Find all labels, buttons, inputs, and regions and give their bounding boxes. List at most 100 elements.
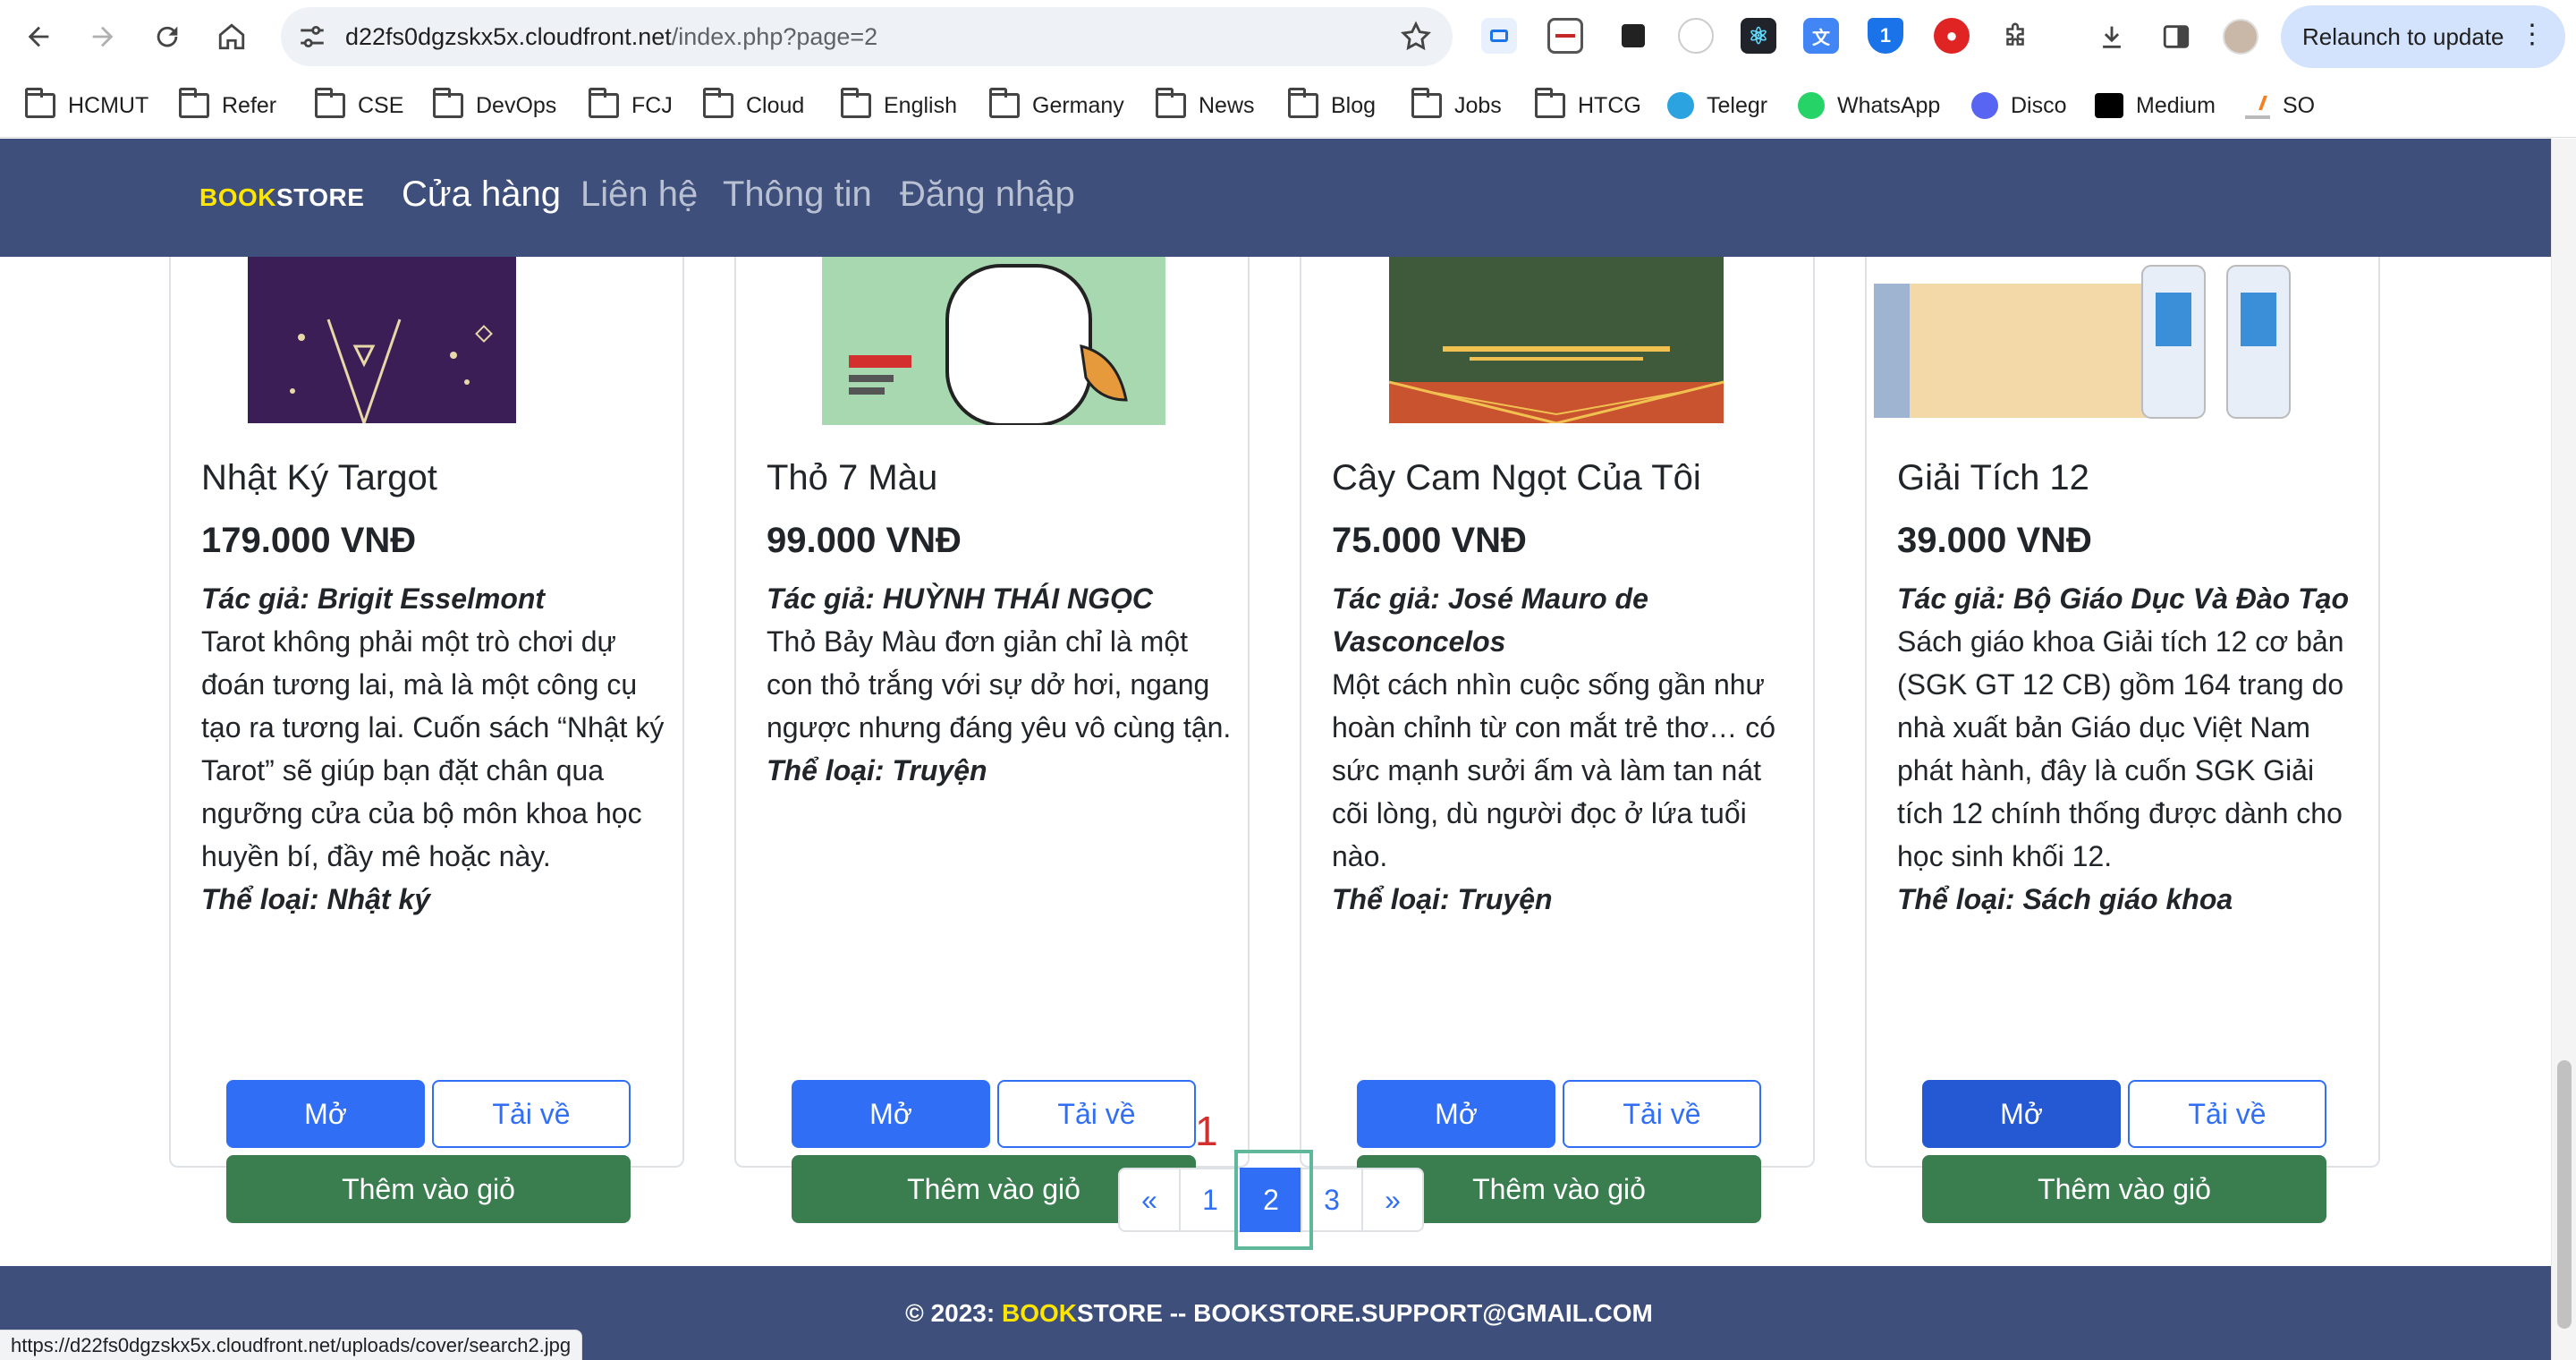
bookmark-fcj[interactable]: FCJ xyxy=(589,73,673,138)
status-bar-url: https://d22fs0dgzskx5x.cloudfront.net/up… xyxy=(0,1330,583,1360)
bookmark-discord[interactable]: Disco xyxy=(1971,73,2067,138)
product-price: 39.000 VNĐ xyxy=(1897,521,2092,560)
reload-button[interactable] xyxy=(143,13,191,61)
extension-window-icon[interactable] xyxy=(1547,18,1583,54)
page-scrollbar[interactable] xyxy=(2551,139,2576,1360)
product-category: Thể loại: Sách giáo khoa xyxy=(1897,883,2233,915)
open-button[interactable]: Mở xyxy=(792,1080,990,1148)
back-button[interactable] xyxy=(14,13,63,61)
folder-icon xyxy=(25,88,55,118)
product-details: Tác giả: HUỲNH THÁI NGỌC Thỏ Bảy Màu đơn… xyxy=(767,577,1232,792)
folder-icon xyxy=(1288,88,1318,118)
url-text: d22fs0dgzskx5x.cloudfront.net/index.php?… xyxy=(345,23,878,50)
folder-icon xyxy=(433,88,463,118)
open-button[interactable]: Mở xyxy=(1357,1080,1555,1148)
bookmark-jobs[interactable]: Jobs xyxy=(1411,73,1502,138)
site-navbar: BOOKSTORE Cửa hàng Liên hệ Thông tin Đăn… xyxy=(0,139,2551,257)
bookmark-cloud[interactable]: Cloud xyxy=(703,73,804,138)
product-category: Thể loại: Nhật ký xyxy=(201,883,431,915)
nav-link-contact[interactable]: Liên hệ xyxy=(580,174,698,215)
relaunch-button[interactable]: Relaunch to update ⋮ xyxy=(2281,5,2565,68)
download-button[interactable]: Tải về xyxy=(2128,1080,2326,1148)
home-icon xyxy=(218,23,245,50)
bookmark-refer[interactable]: Refer xyxy=(179,73,276,138)
bookmark-medium[interactable]: Medium xyxy=(2095,73,2216,138)
bookmark-cse[interactable]: CSE xyxy=(315,73,403,138)
download-button[interactable]: Tải về xyxy=(432,1080,631,1148)
adblock-icon[interactable]: ● xyxy=(1934,18,1970,54)
bookmark-blog[interactable]: Blog xyxy=(1288,73,1376,138)
nav-link-about[interactable]: Thông tin xyxy=(723,174,872,215)
bookmark-hcmut[interactable]: HCMUT xyxy=(25,73,148,138)
bookmark-label: Telegr xyxy=(1707,92,1768,118)
bookmark-germany[interactable]: Germany xyxy=(989,73,1124,138)
home-button[interactable] xyxy=(208,13,256,61)
folder-icon xyxy=(589,88,619,118)
address-bar[interactable]: d22fs0dgzskx5x.cloudfront.net/index.php?… xyxy=(281,7,1453,66)
react-devtools-icon[interactable]: ⚛ xyxy=(1741,18,1776,54)
product-details: Tác giả: Bộ Giáo Dục Và Đào Tạo Sách giá… xyxy=(1897,577,2362,921)
pagination-prev[interactable]: « xyxy=(1118,1168,1181,1232)
bookmark-label: Medium xyxy=(2136,92,2216,118)
download-icon xyxy=(2103,26,2121,48)
add-to-cart-button[interactable]: Thêm vào giỏ xyxy=(226,1155,631,1223)
more-vert-icon[interactable]: ⋮ xyxy=(2519,21,2546,48)
add-to-cart-button[interactable]: Thêm vào giỏ xyxy=(1922,1155,2326,1223)
download-button[interactable]: Tải về xyxy=(997,1080,1196,1148)
product-description: Tarot không phải một trò chơi dự đoán tư… xyxy=(201,625,665,872)
downloads-button[interactable] xyxy=(2088,13,2136,61)
pagination-next[interactable]: » xyxy=(1361,1168,1424,1232)
bookmark-news[interactable]: News xyxy=(1156,73,1255,138)
bitwarden-shield-icon[interactable]: 1 xyxy=(1868,18,1903,54)
bookmark-whatsapp[interactable]: WhatsApp xyxy=(1798,73,1940,138)
extensions-button[interactable] xyxy=(1991,13,2039,61)
bookmark-label: Germany xyxy=(1032,92,1124,118)
pagination-page-1[interactable]: 1 xyxy=(1179,1168,1241,1232)
brand-logo[interactable]: BOOKSTORE xyxy=(199,183,364,212)
forward-button[interactable] xyxy=(79,13,127,61)
product-card: Nhật Ký Targot 179.000 VNĐ Tác giả: Brig… xyxy=(169,210,684,1223)
stackoverflow-icon xyxy=(2245,92,2270,119)
footer-copyright: © 2023: BOOKSTORE -- BOOKSTORE.SUPPORT@G… xyxy=(905,1299,1653,1327)
folder-icon xyxy=(841,88,871,118)
side-panel-button[interactable] xyxy=(2152,13,2200,61)
product-description: Một cách nhìn cuộc sống gần như hoàn chỉ… xyxy=(1332,668,1775,872)
product-author: Tác giả: Bộ Giáo Dục Và Đào Tạo xyxy=(1897,582,2349,615)
bookmark-devops[interactable]: DevOps xyxy=(433,73,556,138)
bookmark-label: HTCG xyxy=(1578,92,1641,118)
nav-link-login[interactable]: Đăng nhập xyxy=(900,174,1075,215)
bookmark-telegram[interactable]: Telegr xyxy=(1667,73,1767,138)
discord-icon xyxy=(1971,92,1998,119)
extension-puzzle-dark-icon[interactable] xyxy=(1615,18,1651,54)
extension-circle-icon[interactable] xyxy=(1678,18,1714,54)
profile-button[interactable] xyxy=(2216,13,2265,61)
pagination-page-2[interactable]: 2 xyxy=(1240,1168,1302,1232)
download-button[interactable]: Tải về xyxy=(1563,1080,1761,1148)
product-price: 75.000 VNĐ xyxy=(1332,521,1527,560)
bookmark-label: DevOps xyxy=(476,92,557,118)
product-description: Sách giáo khoa Giải tích 12 cơ bản (SGK … xyxy=(1897,625,2344,872)
side-panel-icon xyxy=(2163,25,2190,48)
relaunch-label: Relaunch to update xyxy=(2302,22,2504,50)
product-price: 179.000 VNĐ xyxy=(201,521,417,560)
telegram-icon xyxy=(1667,92,1694,119)
annotation-marker: 1 xyxy=(1195,1108,1218,1154)
product-author: Tác giả: Brigit Esselmont xyxy=(201,582,546,615)
folder-icon xyxy=(703,88,733,118)
extension-screen-icon[interactable] xyxy=(1481,18,1517,54)
open-button[interactable]: Mở xyxy=(226,1080,425,1148)
open-button[interactable]: Mở xyxy=(1922,1080,2121,1148)
product-card: Cây Cam Ngọt Của Tôi 75.000 VNĐ Tác giả:… xyxy=(1300,210,1815,1223)
site-settings-icon[interactable] xyxy=(297,21,327,52)
bookmark-label: News xyxy=(1199,92,1255,118)
bookmark-stackoverflow[interactable]: SO xyxy=(2245,73,2315,138)
pagination-page-3[interactable]: 3 xyxy=(1301,1168,1363,1232)
bookmark-star-icon[interactable] xyxy=(1399,20,1433,54)
translate-icon[interactable]: 文 xyxy=(1803,18,1839,54)
bookmark-htcg[interactable]: HTCG xyxy=(1535,73,1641,138)
bookmark-english[interactable]: English xyxy=(841,73,957,138)
bookmark-label: Jobs xyxy=(1454,92,1502,118)
forward-arrow-icon xyxy=(92,26,114,47)
nav-link-shop[interactable]: Cửa hàng xyxy=(402,174,561,215)
scrollbar-thumb[interactable] xyxy=(2557,1060,2572,1329)
